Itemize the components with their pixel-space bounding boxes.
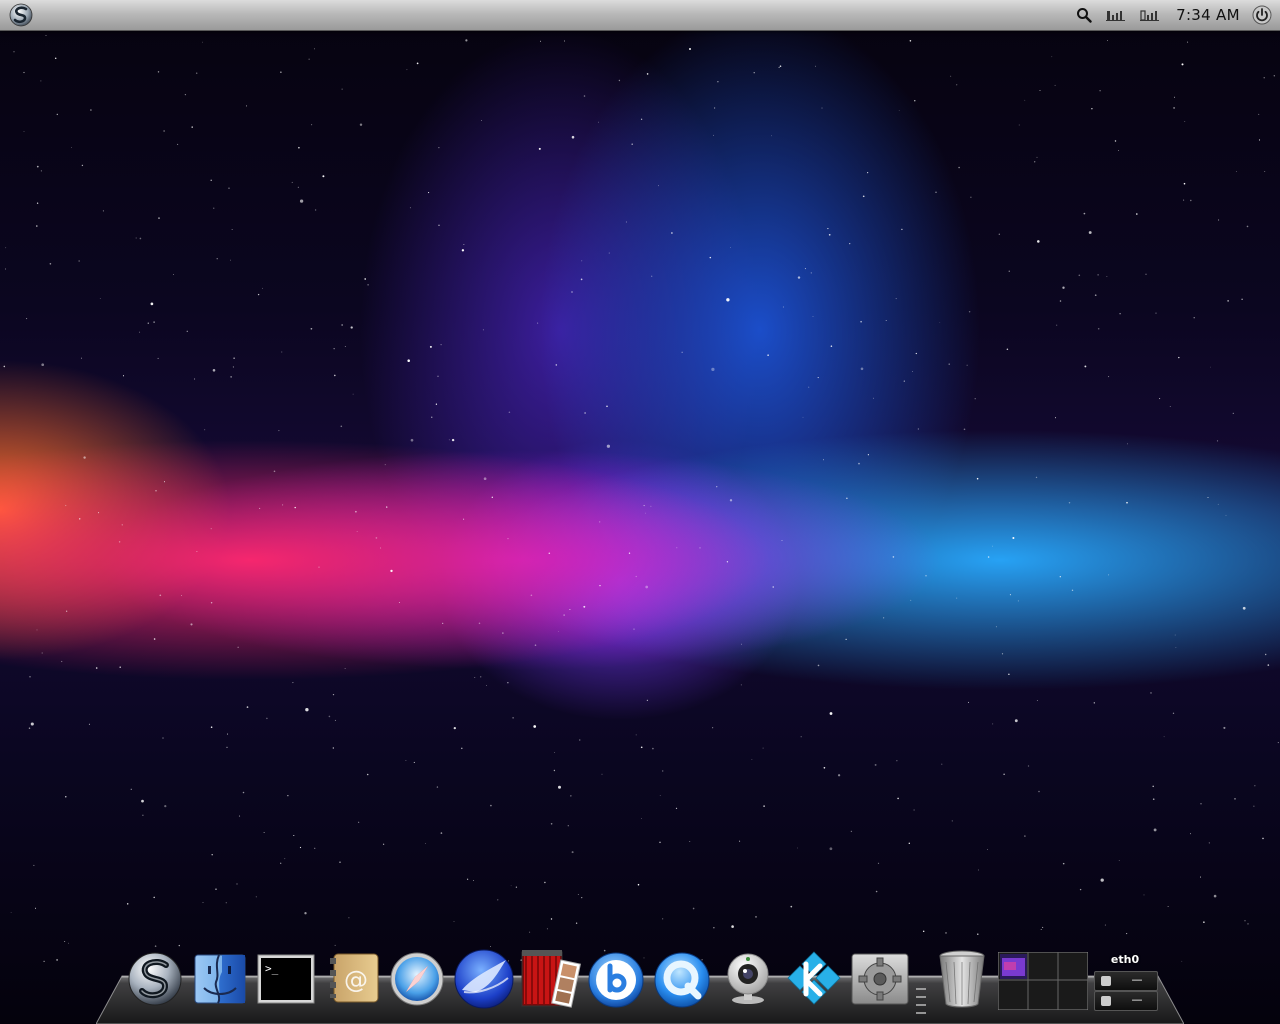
safari-compass-icon[interactable] [388, 950, 446, 1008]
top-menu-bar: 7:34 AM [0, 0, 1280, 31]
quicktime-icon[interactable] [652, 950, 712, 1010]
webcam-icon[interactable] [720, 950, 776, 1006]
workspace-switcher-icon[interactable] [997, 951, 1089, 1011]
svg-text:@: @ [344, 966, 368, 994]
dock-separator [914, 985, 928, 1015]
network-signal-icon[interactable] [1104, 0, 1128, 30]
beryl-b-icon[interactable] [586, 950, 646, 1010]
photo-booth-icon[interactable] [518, 948, 582, 1010]
search-icon[interactable] [1072, 0, 1096, 30]
battery-signal-icon[interactable] [1138, 0, 1162, 30]
system-preferences-icon[interactable] [850, 952, 910, 1006]
address-book-icon[interactable]: @ [326, 950, 382, 1006]
power-icon[interactable] [1250, 0, 1274, 30]
terminal-icon[interactable]: >_ [256, 952, 316, 1006]
s-logo-app-icon[interactable] [126, 950, 184, 1008]
finder-icon[interactable] [192, 952, 248, 1006]
starfield [3, 35, 1279, 963]
svg-text:>_: >_ [265, 962, 279, 975]
trash-icon[interactable] [936, 948, 988, 1010]
clock[interactable]: 7:34 AM [1170, 0, 1246, 30]
s-logo-icon[interactable] [6, 0, 36, 30]
seamonkey-icon[interactable] [452, 948, 516, 1010]
kodi-icon[interactable] [784, 950, 844, 1008]
